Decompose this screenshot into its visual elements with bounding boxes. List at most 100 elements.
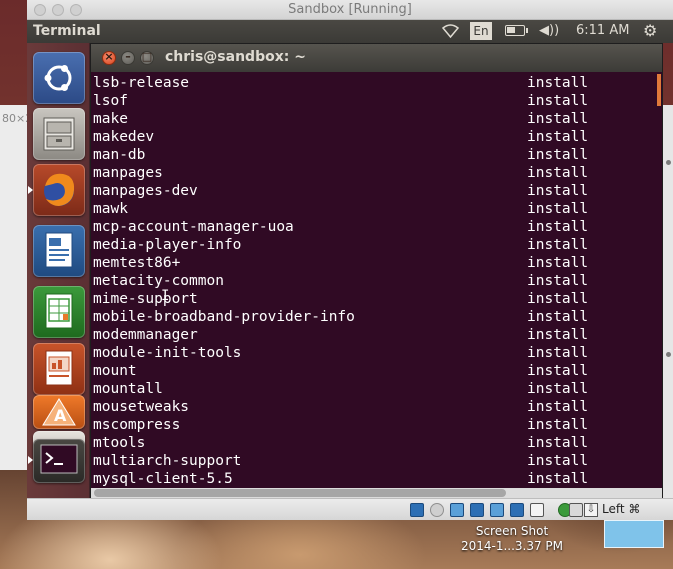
package-status: install (527, 129, 589, 145)
svg-text:A: A (54, 406, 67, 425)
terminal-close-button[interactable]: × (102, 50, 116, 65)
vbox-status-bar: ⇩ Left ⌘ (27, 498, 673, 520)
terminal-line: mobile-broadband-provider-info install (93, 309, 588, 327)
package-status: install (527, 291, 589, 307)
firefox-icon (44, 173, 75, 206)
package-status: install (527, 165, 589, 181)
hard-disk-icon[interactable] (410, 503, 424, 517)
panel-app-name[interactable]: Terminal (33, 23, 101, 39)
panel-clock[interactable]: 6:11 AM (576, 23, 629, 38)
package-name: mcp-account-manager-uoa (93, 219, 294, 235)
launcher-running-indicator (28, 186, 33, 194)
launcher-item-writer[interactable] (33, 225, 85, 277)
desktop-file-name: Screen Shot (475, 524, 549, 538)
package-name: module-init-tools (93, 345, 242, 361)
package-name: mountall (93, 381, 163, 397)
package-name: mount (93, 363, 137, 379)
package-name: modemmanager (93, 327, 198, 343)
package-status: install (527, 147, 589, 163)
mouse-ibeam-cursor: I (161, 288, 170, 304)
desktop-file-date: 2014-1...3.37 PM (460, 539, 564, 553)
vbox-titlebar[interactable]: Sandbox [Running] (27, 0, 673, 20)
package-name: media-player-info (93, 237, 242, 253)
background-dot (666, 160, 671, 165)
package-status: install (527, 237, 589, 253)
package-name: metacity-common (93, 273, 224, 289)
launcher-item-calc[interactable] (33, 286, 85, 338)
terminal-line: makedev install (93, 129, 588, 147)
terminal-line: mawk install (93, 201, 588, 219)
terminal-line: module-init-tools install (93, 345, 588, 363)
launcher-running-indicator (28, 456, 33, 464)
mouse-integration-icon[interactable] (569, 503, 583, 517)
terminal-output[interactable]: lsb-release install lsof install make install… (91, 72, 659, 488)
optical-drive-icon[interactable] (430, 503, 444, 517)
launcher-item-files[interactable] (33, 108, 85, 160)
package-name: manpages (93, 165, 163, 181)
terminal-line: multiarch-support install (93, 453, 588, 471)
wifi-icon[interactable] (442, 24, 459, 38)
host-key-arrow-icon[interactable]: ⇩ (584, 503, 598, 517)
package-name: lsb-release (93, 75, 190, 91)
terminal-line: lsof install (93, 93, 588, 111)
usb-icon[interactable] (450, 503, 464, 517)
horizontal-scrollbar-thumb[interactable] (94, 489, 506, 497)
video-capture-icon[interactable] (530, 503, 544, 517)
launcher-item-firefox[interactable] (33, 164, 85, 216)
terminal-line: media-player-info install (93, 237, 588, 255)
launcher-item-dash[interactable] (33, 52, 85, 104)
terminal-line: modemmanager install (93, 327, 588, 345)
launcher-item-terminal[interactable] (33, 439, 85, 483)
terminal-line: manpages-dev install (93, 183, 588, 201)
gear-icon[interactable]: ⚙ (643, 21, 657, 40)
package-name: lsof (93, 93, 128, 109)
terminal-maximize-button[interactable]: □ (140, 50, 154, 65)
terminal-line: mtools install (93, 435, 588, 453)
background-dot (666, 352, 671, 357)
terminal-title: chris@sandbox: ~ (165, 49, 306, 65)
package-status: install (527, 201, 589, 217)
terminal-titlebar[interactable]: × – □ chris@sandbox: ~ (91, 44, 662, 72)
package-status: install (527, 273, 589, 289)
display-icon[interactable] (510, 503, 524, 517)
package-status: install (527, 471, 589, 487)
terminal-line: mscompress install (93, 417, 588, 435)
writer-icon (45, 232, 73, 268)
package-status: install (527, 327, 589, 343)
terminal-line: mysql-client-5.5 install (93, 471, 588, 488)
background-window-right[interactable] (662, 105, 673, 505)
package-status: install (527, 435, 589, 451)
volume-icon[interactable]: ◀)) (539, 23, 559, 38)
package-status: install (527, 309, 589, 325)
keyboard-language-indicator[interactable]: En (470, 22, 492, 40)
terminal-window[interactable]: × – □ chris@sandbox: ~ lsb-release instal… (90, 43, 663, 498)
package-status: install (527, 219, 589, 235)
battery-icon[interactable] (505, 25, 528, 36)
background-window[interactable] (0, 105, 28, 470)
terminal-scrollbar-track[interactable] (662, 72, 663, 489)
package-status: install (527, 183, 589, 199)
launcher-item-impress[interactable] (33, 343, 85, 395)
package-status: install (527, 417, 589, 433)
screenshot-thumbnail[interactable] (604, 520, 664, 548)
package-name: mousetweaks (93, 399, 190, 415)
terminal-line: make install (93, 111, 588, 129)
launcher-item-software-center[interactable]: A (33, 395, 85, 429)
vbox-window-title: Sandbox [Running] (288, 2, 412, 17)
network-icon[interactable] (470, 503, 484, 517)
terminal-line: man-db install (93, 147, 588, 165)
shared-folders-icon[interactable] (490, 503, 504, 517)
package-status: install (527, 399, 589, 415)
package-status: install (527, 111, 589, 127)
terminal-line: memtest86+ install (93, 255, 588, 273)
desktop-file-label[interactable]: Screen Shot 2014-1...3.37 PM (452, 524, 572, 554)
maximize-icon: □ (141, 50, 153, 63)
terminal-minimize-button[interactable]: – (121, 50, 135, 65)
package-name: makedev (93, 129, 155, 145)
package-status: install (527, 363, 589, 379)
terminal-scrollbar-thumb[interactable] (657, 74, 661, 106)
unity-launcher: A a (27, 43, 90, 498)
vbox-horizontal-scrollbar[interactable] (91, 488, 662, 498)
terminal-line: mcp-account-manager-uoa install (93, 219, 588, 237)
terminal-line: lsb-release install (93, 75, 588, 93)
